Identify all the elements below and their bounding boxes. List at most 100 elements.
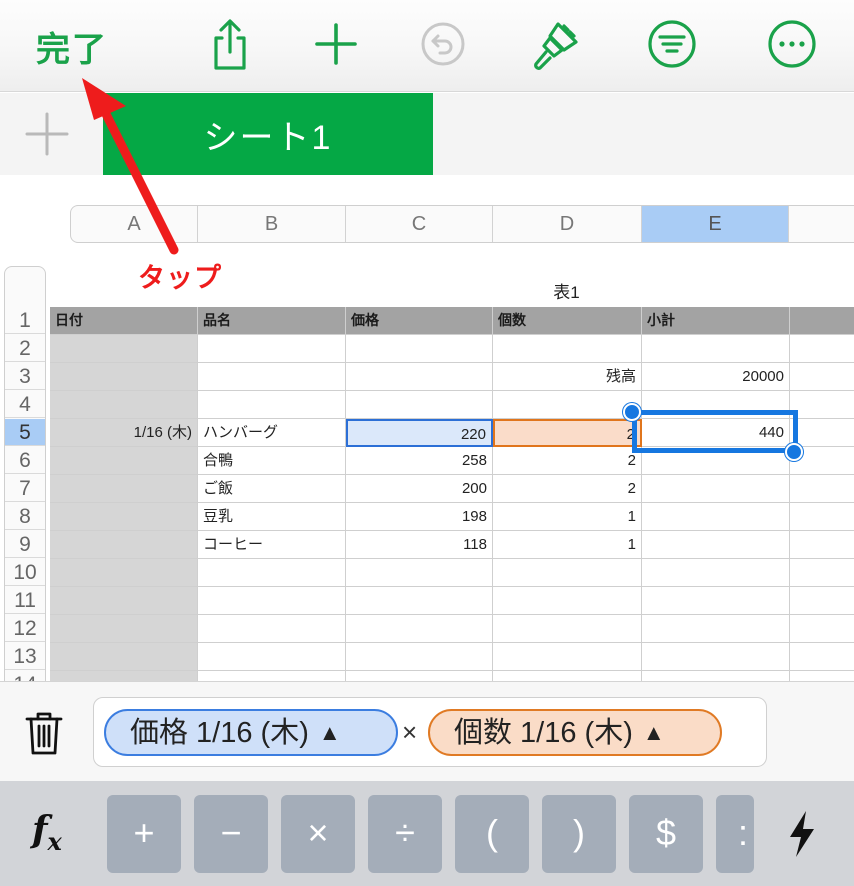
selected-cell[interactable]: 440 [642,419,790,447]
table-cell-date[interactable]: 1/16 (木) [50,419,198,447]
table-header-item[interactable]: 品名 [198,307,346,335]
row-header[interactable]: 11 [5,587,45,614]
table-cell-empty[interactable] [790,503,854,531]
table-cell-date[interactable] [50,615,198,643]
table-cell-item[interactable] [198,643,346,671]
table-cell-qty[interactable] [493,335,642,363]
table-header-price[interactable]: 価格 [346,307,493,335]
selection-handle-bottom-right[interactable] [785,443,803,461]
table-cell-empty[interactable] [790,335,854,363]
key-open-paren[interactable]: ( [455,795,529,873]
table-cell-date[interactable] [50,531,198,559]
function-button[interactable]: fx [32,809,62,856]
row-header[interactable]: 4 [5,391,45,418]
formula-input[interactable]: 価格 1/16 (木) ▲ × 個数 1/16 (木) ▲ [93,697,767,767]
selection-handle-top-left[interactable] [623,403,641,421]
table-cell-price[interactable]: 258 [346,447,493,475]
table-cell-price[interactable] [346,559,493,587]
table-cell-subtotal[interactable] [642,587,790,615]
table-cell-qty[interactable] [493,559,642,587]
table-cell-subtotal[interactable] [642,503,790,531]
table-cell-subtotal[interactable] [642,643,790,671]
table-cell-subtotal[interactable] [642,531,790,559]
row-header[interactable]: 6 [5,447,45,474]
table-cell-empty[interactable] [790,391,854,419]
table-cell-item[interactable]: 豆乳 [198,503,346,531]
table-cell-subtotal[interactable] [642,475,790,503]
formula-token-price[interactable]: 価格 1/16 (木) ▲ [104,709,398,756]
table-cell-empty[interactable] [790,531,854,559]
table-cell-item[interactable] [198,587,346,615]
table-cell-empty[interactable] [790,559,854,587]
column-header-d[interactable]: D [493,206,642,242]
table-cell-item[interactable]: 合鴨 [198,447,346,475]
table-cell-qty[interactable]: 2 [493,475,642,503]
undo-icon[interactable] [415,16,471,72]
table-cell-qty[interactable]: 2 [493,419,642,447]
row-header[interactable]: 9 [5,531,45,558]
table-cell-subtotal[interactable] [642,335,790,363]
table-cell-price[interactable]: 118 [346,531,493,559]
row-header[interactable]: 1 [5,307,45,334]
key-multiply[interactable]: × [281,795,355,873]
table-cell-date[interactable] [50,335,198,363]
key-dollar[interactable]: $ [629,795,703,873]
table-header-subtotal[interactable]: 小計 [642,307,790,335]
table-cell-item[interactable] [198,559,346,587]
table-header-qty[interactable]: 個数 [493,307,642,335]
table-cell-qty[interactable] [493,391,642,419]
table-cell-price[interactable]: 198 [346,503,493,531]
table-cell-price[interactable]: 220 [346,419,493,447]
table-cell-date[interactable] [50,391,198,419]
table-cell-item[interactable]: コーヒー [198,531,346,559]
token-dropdown-icon[interactable]: ▲ [643,720,665,745]
table-cell-qty[interactable]: 残高 [493,363,642,391]
table-cell-subtotal[interactable] [642,391,790,419]
row-header[interactable]: 2 [5,335,45,362]
table-cell-price[interactable] [346,643,493,671]
table-cell-subtotal[interactable] [642,559,790,587]
table-header-date[interactable]: 日付 [50,307,198,335]
row-header[interactable]: 10 [5,559,45,586]
token-dropdown-icon[interactable]: ▲ [319,720,341,745]
column-header-e[interactable]: E [642,206,789,242]
share-icon[interactable] [202,16,258,72]
table-cell-qty[interactable]: 1 [493,503,642,531]
table-cell-date[interactable] [50,447,198,475]
table-cell-date[interactable] [50,559,198,587]
table-cell-item[interactable]: ご飯 [198,475,346,503]
row-header[interactable]: 3 [5,363,45,390]
table-cell-item[interactable] [198,391,346,419]
table-cell-qty[interactable]: 1 [493,531,642,559]
table-cell-empty[interactable] [790,419,854,447]
table-cell-date[interactable] [50,503,198,531]
row-header[interactable]: 12 [5,615,45,642]
table-cell-price[interactable]: 200 [346,475,493,503]
key-plus[interactable]: + [107,795,181,873]
table-cell-empty[interactable] [790,363,854,391]
table-cell-qty[interactable] [493,587,642,615]
table-cell-empty[interactable] [790,587,854,615]
table-cell-item[interactable] [198,363,346,391]
table-header-empty[interactable] [790,307,854,335]
column-header-c[interactable]: C [346,206,493,242]
row-header[interactable]: 8 [5,503,45,530]
sort-filter-icon[interactable] [644,16,700,72]
table-cell-date[interactable] [50,587,198,615]
table-cell-date[interactable] [50,363,198,391]
row-header[interactable]: 13 [5,643,45,670]
table-cell-subtotal[interactable] [642,615,790,643]
table-cell-date[interactable] [50,475,198,503]
table-cell-empty[interactable] [790,615,854,643]
table-cell-price[interactable] [346,615,493,643]
table-cell-item[interactable]: ハンバーグ [198,419,346,447]
row-header[interactable]: 7 [5,475,45,502]
table-cell-price[interactable] [346,335,493,363]
table-title[interactable]: 表1 [492,278,641,303]
table-cell-item[interactable] [198,335,346,363]
format-brush-icon[interactable] [528,16,584,72]
table-cell-item[interactable] [198,615,346,643]
add-icon[interactable] [308,16,364,72]
table-cell-qty[interactable] [493,643,642,671]
row-header-selected[interactable]: 5 [5,419,45,446]
